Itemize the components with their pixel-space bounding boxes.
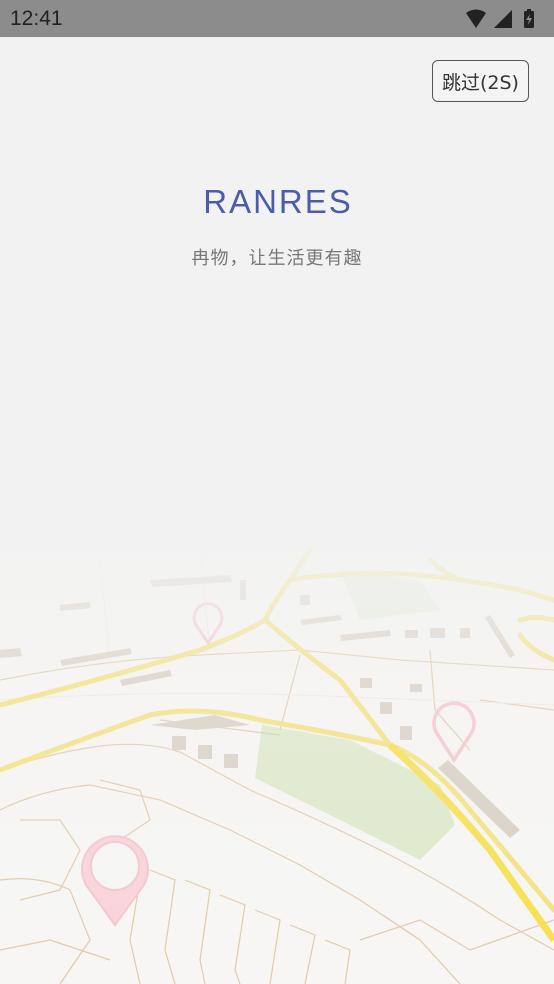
ranres-logo: RANRES	[203, 184, 353, 216]
wifi-icon	[466, 9, 486, 28]
battery-charging-icon	[524, 9, 534, 28]
cellular-signal-icon	[494, 10, 512, 28]
skip-button[interactable]: 跳过(2S)	[432, 60, 529, 102]
skip-button-label: 跳过(2S)	[442, 71, 519, 94]
map-illustration	[0, 520, 554, 984]
status-bar: 12:41	[0, 0, 554, 37]
status-icons	[466, 9, 534, 28]
slogan: 冉物，让生活更有趣	[191, 248, 363, 269]
svg-text:RANRES: RANRES	[203, 184, 353, 216]
status-time: 12:41	[10, 7, 63, 30]
